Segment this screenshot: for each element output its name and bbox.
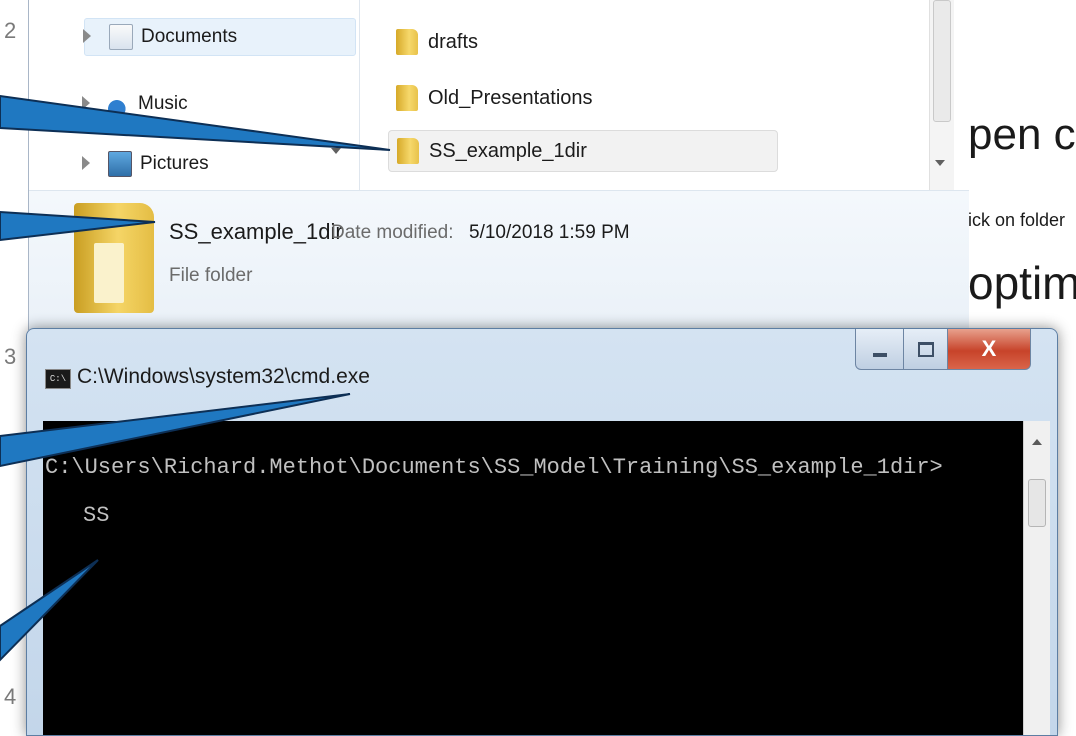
window-controls: X <box>855 329 1055 371</box>
file-item-label: SS_example_1dir <box>429 139 587 162</box>
file-item-ss-example-1dir[interactable]: SS_example_1dir <box>388 130 778 172</box>
folder-icon <box>397 138 419 164</box>
slide-bg-text: optim <box>968 257 1076 309</box>
music-icon <box>108 92 130 116</box>
expand-arrow-icon[interactable] <box>82 156 90 170</box>
nav-item-label: Documents <box>141 26 238 47</box>
scroll-down-icon[interactable] <box>935 160 945 166</box>
slide-number: 4 <box>4 684 17 709</box>
scroll-down-icon[interactable] <box>329 140 343 170</box>
expand-arrow-icon[interactable] <box>82 96 90 110</box>
console-output[interactable]: C:\Users\Richard.Methot\Documents\SS_Mod… <box>43 421 1023 735</box>
minimize-icon <box>873 353 887 357</box>
folder-icon <box>396 29 418 55</box>
window-title: C:\Windows\system32\cmd.exe <box>77 365 370 388</box>
file-item-drafts[interactable]: drafts <box>388 22 748 62</box>
details-date-value: 5/10/2018 1:59 PM <box>469 222 630 243</box>
cmd-icon: C:\ <box>45 369 71 389</box>
console-scrollbar[interactable] <box>1023 421 1050 735</box>
explorer-window: Documents Music Pictures drafts Old_Pres… <box>28 0 969 331</box>
details-date-label: Date modified: <box>331 222 454 243</box>
console-line-prompt: C:\Users\Richard.Methot\Documents\SS_Mod… <box>45 455 943 480</box>
console-line-input: SS <box>83 503 110 528</box>
nav-item-label: Music <box>138 93 188 114</box>
maximize-icon <box>918 341 934 357</box>
file-list: drafts Old_Presentations SS_example_1dir <box>360 0 930 190</box>
minimize-button[interactable] <box>855 329 905 370</box>
close-icon: X <box>981 336 997 361</box>
file-item-label: Old_Presentations <box>428 86 593 109</box>
details-type: File folder <box>169 265 253 286</box>
slide-number: 3 <box>4 344 17 369</box>
nav-item-pictures[interactable]: Pictures <box>82 146 354 182</box>
slide-bg-text: ick on folder <box>968 210 1066 230</box>
scrollbar-thumb[interactable] <box>933 0 951 122</box>
slide-bg-text: pen co <box>968 110 1076 159</box>
scroll-up-icon[interactable] <box>1032 439 1042 445</box>
nav-item-label: Pictures <box>140 153 209 174</box>
pictures-icon <box>108 151 132 177</box>
maximize-button[interactable] <box>903 329 949 370</box>
expand-arrow-icon[interactable] <box>83 29 91 43</box>
details-pane: SS_example_1dir Date modified: 5/10/2018… <box>29 190 969 331</box>
details-name: SS_example_1dir <box>169 219 343 244</box>
file-list-scrollbar[interactable] <box>929 0 954 190</box>
file-item-label: drafts <box>428 30 479 53</box>
scrollbar-thumb[interactable] <box>1028 479 1046 527</box>
folder-icon <box>74 203 154 313</box>
folder-icon <box>396 85 418 111</box>
slide-number: 2 <box>4 18 17 43</box>
nav-item-music[interactable]: Music <box>82 86 354 122</box>
documents-icon <box>109 24 133 50</box>
cmd-window: C:\ C:\Windows\system32\cmd.exe X C:\Use… <box>26 328 1058 736</box>
nav-item-documents[interactable]: Documents <box>83 18 356 56</box>
file-item-old-presentations[interactable]: Old_Presentations <box>388 78 748 118</box>
close-button[interactable]: X <box>947 329 1031 370</box>
navigation-pane: Documents Music Pictures <box>29 0 360 190</box>
